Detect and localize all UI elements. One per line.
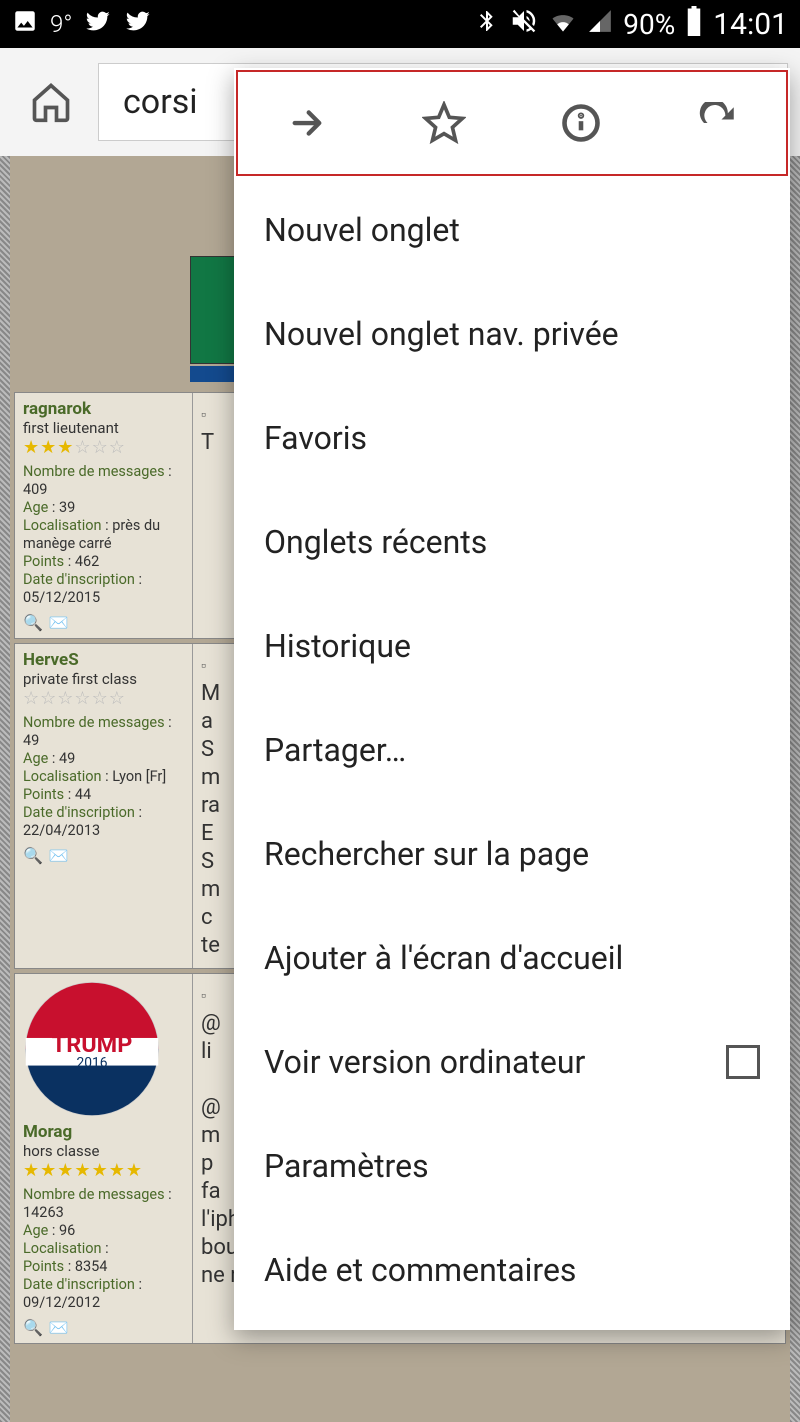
android-status-bar: 9° 90% 14:01 [0, 0, 800, 48]
menu-item-label: Aide et commentaires [264, 1251, 576, 1289]
user-profile-column: TRUMP 2016 Morag hors classe ★★★★★★★ Nom… [15, 974, 193, 1343]
field-label: Nombre de messages [23, 714, 165, 731]
user-rank: first lieutenant [23, 419, 184, 437]
menu-item-label: Ajouter à l'écran d'accueil [264, 939, 623, 977]
field-value: 09/12/2012 [23, 1294, 100, 1311]
browser-overflow-menu: Nouvel onglet Nouvel onglet nav. privée … [234, 68, 790, 1330]
field-value: 49 [23, 732, 39, 749]
avatar-text: TRUMP [52, 1030, 133, 1058]
menu-item-label: Paramètres [264, 1147, 429, 1185]
field-value: 8354 [75, 1258, 108, 1275]
field-label: Age [23, 750, 48, 767]
menu-item-label: Favoris [264, 419, 367, 457]
avatar-year: 2016 [76, 1055, 107, 1071]
field-label: Points [23, 786, 64, 803]
user-rank: hors classe [23, 1142, 184, 1160]
menu-item-new-tab[interactable]: Nouvel onglet [234, 178, 790, 282]
signal-icon [587, 8, 613, 41]
field-value: 14263 [23, 1204, 64, 1221]
page-decoration [0, 156, 10, 1422]
url-text: corsi [123, 82, 198, 122]
menu-item-help-feedback[interactable]: Aide et commentaires [234, 1218, 790, 1322]
menu-item-label: Onglets récents [264, 523, 487, 561]
bookmark-star-button[interactable] [414, 93, 474, 153]
field-label: Localisation [23, 517, 102, 534]
rank-stars: ☆☆☆☆☆☆ [23, 690, 184, 708]
menu-item-history[interactable]: Historique [234, 594, 790, 698]
battery-icon [685, 6, 703, 43]
search-icon[interactable]: 🔍 [23, 846, 43, 865]
forward-button[interactable] [277, 93, 337, 153]
username[interactable]: Morag [23, 1122, 184, 1142]
twitter-icon [84, 7, 112, 42]
field-value: 409 [23, 481, 47, 498]
username[interactable]: HerveS [23, 650, 184, 670]
menu-item-label: Nouvel onglet nav. privée [264, 315, 619, 353]
rank-stars: ★★★☆☆☆ [23, 439, 184, 457]
username[interactable]: ragnarok [23, 399, 184, 419]
user-profile-column: ragnarok first lieutenant ★★★☆☆☆ Nombre … [15, 393, 193, 638]
field-value: Lyon [Fr] [112, 768, 166, 785]
reload-button[interactable] [688, 93, 748, 153]
menu-item-add-to-homescreen[interactable]: Ajouter à l'écran d'accueil [234, 906, 790, 1010]
menu-item-new-incognito-tab[interactable]: Nouvel onglet nav. privée [234, 282, 790, 386]
menu-item-desktop-site[interactable]: Voir version ordinateur [234, 1010, 790, 1114]
battery-percent: 90% [623, 8, 675, 41]
user-profile-column: HerveS private first class ☆☆☆☆☆☆ Nombre… [15, 644, 193, 968]
vibrate-mute-icon [509, 6, 539, 43]
field-label: Nombre de messages [23, 463, 165, 480]
menu-item-label: Rechercher sur la page [264, 835, 589, 873]
menu-item-settings[interactable]: Paramètres [234, 1114, 790, 1218]
menu-item-label: Voir version ordinateur [264, 1043, 585, 1081]
mail-icon[interactable]: ✉️ [49, 613, 69, 632]
bluetooth-icon [475, 9, 499, 40]
menu-item-recent-tabs[interactable]: Onglets récents [234, 490, 790, 594]
wifi-icon [549, 7, 577, 42]
field-value: 49 [59, 750, 75, 767]
field-value: 44 [75, 786, 91, 803]
field-label: Nombre de messages [23, 1186, 165, 1203]
field-label: Age [23, 499, 48, 516]
menu-item-label: Partager… [264, 731, 406, 769]
menu-icon-row [236, 70, 788, 176]
image-icon [12, 8, 38, 41]
menu-item-label: Nouvel onglet [264, 211, 460, 249]
menu-item-find-in-page[interactable]: Rechercher sur la page [234, 802, 790, 906]
search-icon[interactable]: 🔍 [23, 613, 43, 632]
field-label: Localisation [23, 1240, 102, 1257]
rank-stars: ★★★★★★★ [23, 1162, 184, 1180]
search-icon[interactable]: 🔍 [23, 1318, 43, 1337]
mail-icon[interactable]: ✉️ [49, 846, 69, 865]
field-value: 39 [59, 499, 75, 516]
page-decoration [790, 156, 800, 1422]
menu-item-bookmarks[interactable]: Favoris [234, 386, 790, 490]
avatar: TRUMP 2016 [23, 980, 161, 1118]
mail-icon[interactable]: ✉️ [49, 1318, 69, 1337]
field-label: Points [23, 553, 64, 570]
menu-item-label: Historique [264, 627, 411, 665]
temperature: 9° [50, 10, 72, 38]
field-value: 22/04/2013 [23, 822, 100, 839]
field-value: 96 [59, 1222, 75, 1239]
field-label: Date d'inscription [23, 571, 135, 588]
field-value: 05/12/2015 [23, 589, 100, 606]
field-value: 462 [75, 553, 99, 570]
menu-item-share[interactable]: Partager… [234, 698, 790, 802]
field-label: Age [23, 1222, 48, 1239]
user-rank: private first class [23, 670, 184, 688]
home-button[interactable] [12, 63, 90, 141]
info-button[interactable] [551, 93, 611, 153]
twitter-icon [124, 7, 152, 42]
field-label: Localisation [23, 768, 102, 785]
desktop-site-checkbox[interactable] [726, 1045, 760, 1079]
field-label: Date d'inscription [23, 1276, 135, 1293]
field-label: Date d'inscription [23, 804, 135, 821]
clock-time: 14:01 [713, 7, 788, 42]
field-label: Points [23, 1258, 64, 1275]
